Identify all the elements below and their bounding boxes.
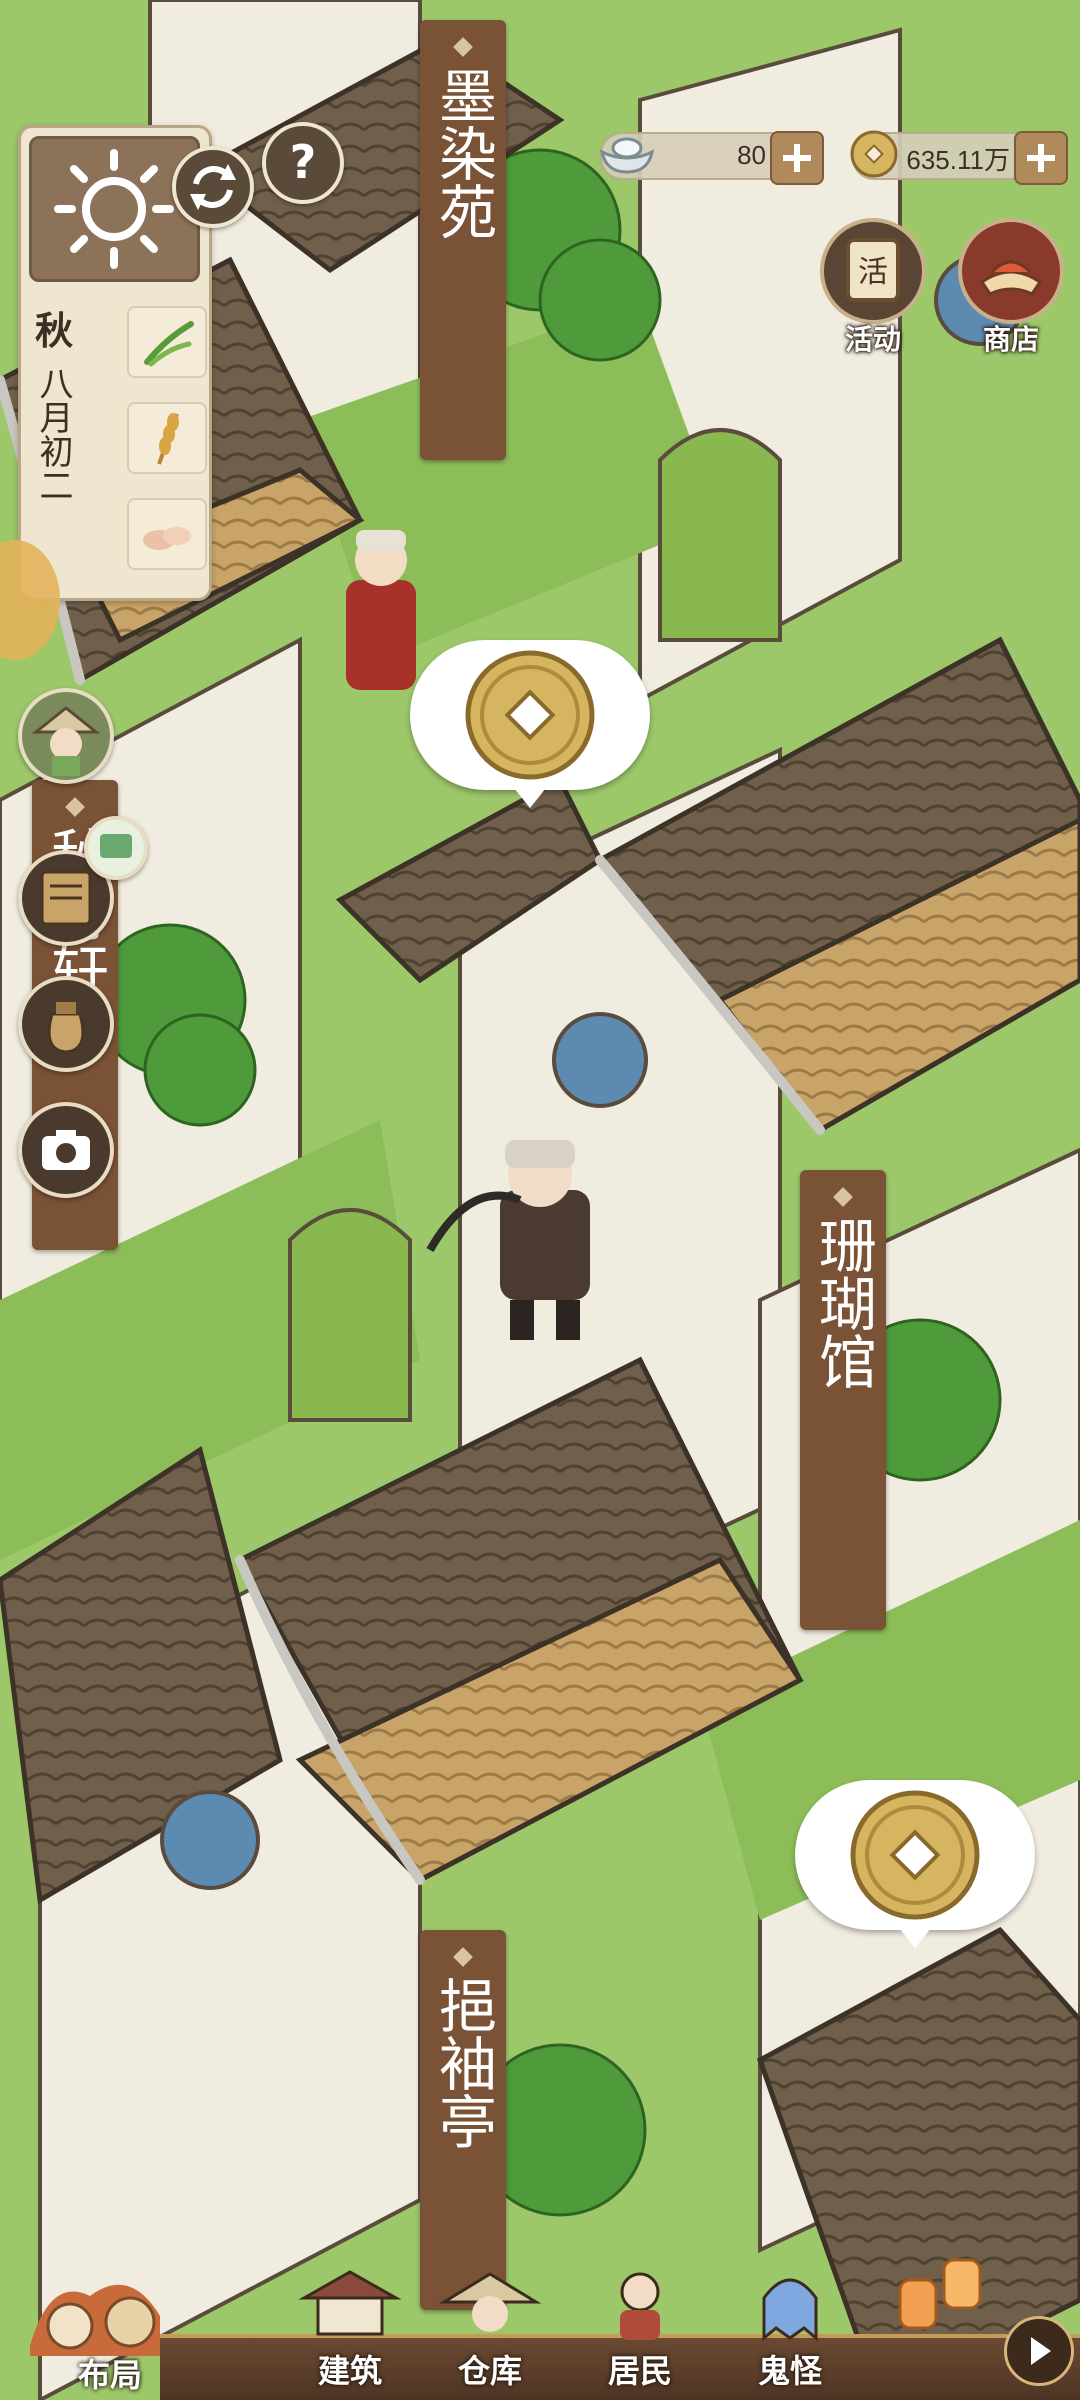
activity-badge-text: 活 — [858, 255, 888, 290]
silver-ingot-icon — [599, 137, 655, 174]
coin-icon — [850, 130, 898, 178]
weather-display[interactable] — [29, 136, 200, 282]
warehouse-icon — [438, 2272, 542, 2332]
storage-button[interactable]: 仓库 — [430, 2262, 550, 2392]
expand-menu-button[interactable] — [1004, 2316, 1074, 2386]
residents-button[interactable]: 居民 — [580, 2262, 700, 2392]
activity-label: 活动 — [844, 323, 901, 356]
banner-text: 墨染苑 — [429, 66, 497, 240]
banner-ornament — [833, 1187, 853, 1207]
banner-text: 挹袖亭 — [429, 1976, 497, 2150]
ghosts-label: 鬼怪 — [757, 2352, 822, 2390]
chat-icon — [100, 834, 132, 858]
layout-button[interactable]: 布局 — [10, 2256, 210, 2396]
storage-label: 仓库 — [457, 2352, 522, 2390]
sun-icon — [54, 149, 174, 269]
build-button[interactable]: 建筑 — [290, 2262, 410, 2392]
character-red-lady — [346, 530, 416, 690]
ghosts-button[interactable]: 鬼怪 — [730, 2262, 850, 2392]
banner-ornament — [65, 797, 85, 817]
help-button[interactable]: ? — [262, 122, 344, 204]
banner-ornament — [453, 1947, 473, 1967]
coin-collect-bubble[interactable] — [795, 1780, 1035, 1948]
banner-text: 珊瑚馆 — [809, 1216, 877, 1390]
coin-collect-bubble[interactable] — [410, 640, 650, 808]
wheat-icon — [157, 413, 179, 465]
add-coin-button[interactable] — [1014, 131, 1068, 185]
scallion-icon — [144, 321, 194, 367]
svg-text:?: ? — [290, 135, 317, 189]
sack-icon — [47, 1002, 85, 1054]
add-silver-button[interactable] — [770, 131, 824, 185]
shop-label: 商店 — [982, 323, 1039, 356]
coin-icon — [850, 1790, 980, 1920]
building-banner-mo-ran-yuan[interactable]: 墨染苑 — [420, 20, 506, 460]
silver-value: 80 — [737, 140, 766, 170]
camera-icon — [42, 1130, 90, 1170]
ghost-icon — [762, 2278, 818, 2342]
activity-button[interactable]: 活 活动 — [818, 218, 928, 358]
camera-button[interactable] — [18, 1102, 114, 1198]
residents-label: 居民 — [607, 2352, 672, 2390]
build-label: 建筑 — [317, 2352, 382, 2390]
activity-icon: 活 — [820, 218, 926, 324]
lantern-decoration-icon — [898, 2258, 982, 2330]
shop-icon — [958, 218, 1064, 324]
bottom-nav: 布局 建筑 仓库 居民 鬼怪 — [0, 2250, 1080, 2400]
coin-value: 635.11万 — [906, 145, 1010, 175]
tofu-icon — [143, 527, 191, 550]
shop-button[interactable]: 商店 — [956, 218, 1066, 358]
question-icon: ? — [290, 135, 317, 189]
chat-bubble-button[interactable] — [84, 816, 148, 880]
refresh-icon — [190, 164, 236, 210]
building-banner-shan-hu-guan[interactable]: 珊瑚馆 — [800, 1170, 886, 1630]
silver-currency: 80 — [599, 131, 824, 185]
crop-slot-tofu[interactable] — [127, 498, 207, 570]
crop-slot-scallion[interactable] — [127, 306, 207, 378]
layout-icon — [30, 2284, 160, 2356]
coin-currency: 635.11万 — [850, 130, 1068, 185]
bag-button[interactable] — [18, 976, 114, 1072]
season-label: 秋 — [34, 308, 73, 353]
banner-ornament — [453, 37, 473, 57]
refresh-weather-button[interactable] — [172, 146, 254, 228]
resident-icon — [620, 2272, 660, 2340]
house-icon — [298, 2270, 402, 2336]
coin-icon — [465, 650, 595, 780]
villager-avatar-icon — [31, 706, 101, 776]
crop-slot-wheat[interactable] — [127, 402, 207, 474]
date-label: 八月初二 — [33, 366, 73, 502]
layout-label: 布局 — [77, 2356, 142, 2394]
villager-avatar-button[interactable] — [18, 688, 114, 784]
